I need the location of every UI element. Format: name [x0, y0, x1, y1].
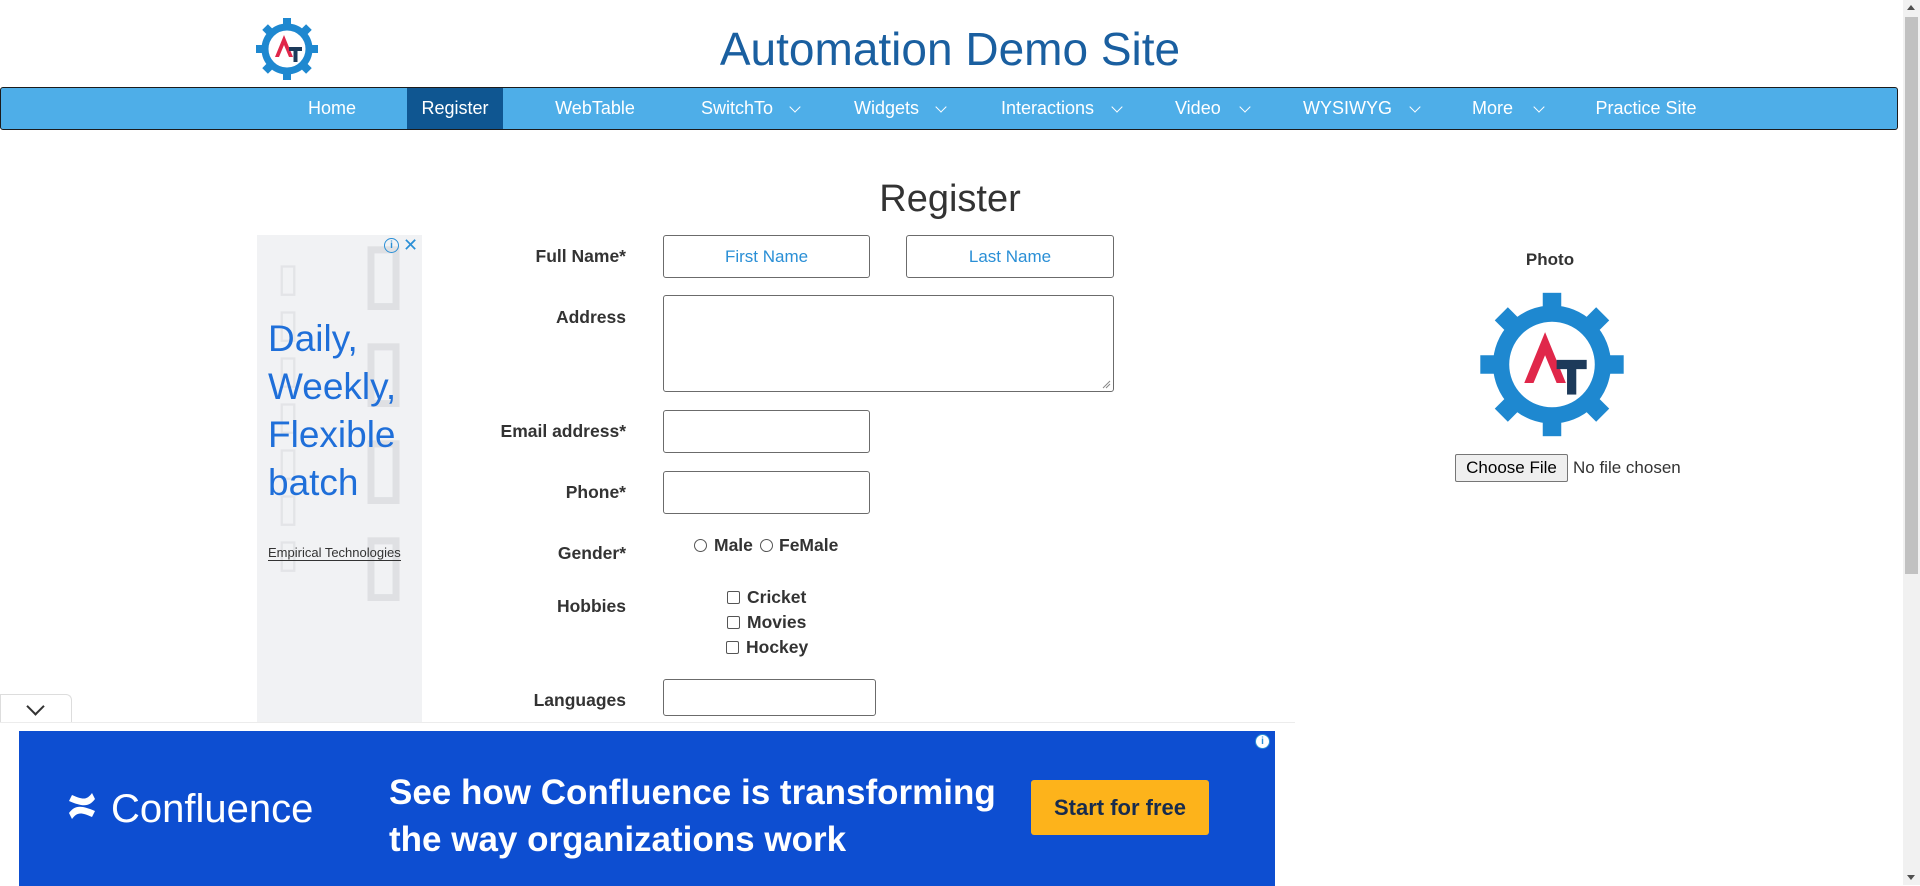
gender-female-radio[interactable]	[760, 539, 773, 552]
nav-more-label: More	[1472, 98, 1514, 118]
chevron-down-icon	[1409, 101, 1421, 113]
main-navbar: Home Register WebTable SwitchTo Widgets …	[0, 87, 1898, 130]
ad-headline-line1: See how Confluence is transforming	[389, 773, 996, 812]
hobbies-label: Hobbies	[556, 596, 626, 616]
bottom-ad[interactable]: Confluence See how Confluence is transfo…	[19, 731, 1275, 886]
nav-register[interactable]: Register	[407, 88, 503, 129]
file-status: No file chosen	[1573, 458, 1681, 477]
scroll-up-arrow-icon[interactable]	[1907, 5, 1915, 10]
page-title: Register	[879, 178, 1021, 220]
hobby-cricket-label: Cricket	[747, 587, 807, 607]
nav-more[interactable]: More	[1457, 88, 1557, 129]
hobby-cricket-checkbox[interactable]	[727, 591, 740, 604]
hobby-hockey-checkbox[interactable]	[726, 641, 739, 654]
nav-register-label: Register	[421, 98, 489, 118]
hobby-movies-checkbox[interactable]	[727, 616, 740, 629]
gender-male-label: Male	[714, 535, 753, 555]
last-name-input[interactable]: Last Name	[906, 235, 1114, 278]
photo-label: Photo	[1525, 250, 1575, 269]
photo-preview	[1480, 292, 1624, 437]
email-label: Email address*	[500, 421, 626, 441]
side-ad-brand[interactable]: Empirical Technologies	[268, 545, 401, 561]
hobby-movies-label: Movies	[747, 612, 807, 632]
address-label: Address	[555, 307, 626, 327]
nav-switchto[interactable]: SwitchTo	[681, 88, 801, 129]
resize-handle-icon[interactable]	[1102, 380, 1111, 389]
nav-wysiwyg[interactable]: WYSIWYG	[1291, 88, 1431, 129]
chevron-down-icon	[1239, 101, 1251, 113]
side-ad-text: Daily, Weekly, Flexible batch	[268, 318, 397, 503]
nav-webtable[interactable]: WebTable	[541, 88, 649, 129]
phone-input[interactable]	[663, 471, 870, 514]
nav-widgets-label: Widgets	[854, 98, 920, 118]
bottom-ad-container: Confluence See how Confluence is transfo…	[0, 722, 1295, 886]
start-for-free-button[interactable]: Start for free	[1031, 780, 1209, 835]
chevron-down-icon	[935, 101, 947, 113]
scroll-down-arrow-icon[interactable]	[1907, 875, 1915, 880]
languages-input[interactable]	[663, 679, 876, 716]
gender-label: Gender*	[557, 543, 626, 563]
choose-file-button[interactable]: Choose File	[1455, 454, 1568, 482]
hobby-hockey-label: Hockey	[746, 637, 809, 657]
nav-widgets[interactable]: Widgets	[835, 88, 960, 129]
chevron-down-icon	[1111, 101, 1123, 113]
nav-video[interactable]: Video	[1161, 88, 1261, 129]
nav-home-label: Home	[307, 98, 356, 118]
nav-home[interactable]: Home	[291, 88, 373, 129]
nav-practice-site[interactable]: Practice Site	[1581, 88, 1711, 129]
ad-info-icon[interactable]: i	[384, 238, 399, 253]
nav-interactions-label: Interactions	[1001, 98, 1095, 118]
languages-label: Languages	[533, 690, 626, 710]
site-logo[interactable]	[255, 17, 319, 81]
chevron-down-icon	[1533, 101, 1545, 113]
gender-male-radio[interactable]	[694, 539, 707, 552]
full-name-label: Full Name*	[535, 246, 626, 266]
side-ad[interactable]: ▯▯▯▯ ▯▯▯▯▯▯▯ Daily, Weekly, Flexible bat…	[257, 235, 422, 725]
nav-practice-site-label: Practice Site	[1595, 98, 1697, 118]
nav-webtable-label: WebTable	[555, 98, 635, 118]
ad-headline: See how Confluence is transforming the w…	[389, 769, 996, 863]
nav-switchto-label: SwitchTo	[701, 98, 774, 118]
address-textarea[interactable]	[663, 295, 1114, 392]
scrollbar-thumb[interactable]	[1905, 17, 1918, 574]
email-input[interactable]	[663, 410, 870, 453]
chevron-down-icon	[789, 101, 801, 113]
ad-info-icon[interactable]: i	[1255, 734, 1270, 749]
confluence-brand: Confluence	[111, 787, 314, 831]
phone-label: Phone*	[565, 482, 626, 502]
confluence-logo-icon	[69, 793, 95, 819]
chevron-down-icon	[26, 697, 45, 716]
gender-female-label: FeMale	[779, 535, 839, 555]
close-icon[interactable]: ✕	[403, 236, 418, 254]
collapse-ad-button[interactable]	[0, 694, 72, 723]
nav-interactions[interactable]: Interactions	[983, 88, 1133, 129]
site-title: Automation Demo Site	[719, 23, 1181, 75]
nav-video-label: Video	[1175, 98, 1221, 118]
nav-wysiwyg-label: WYSIWYG	[1303, 98, 1392, 118]
first-name-input[interactable]: First Name	[663, 235, 870, 278]
ad-headline-line2: the way organizations work	[389, 820, 847, 859]
